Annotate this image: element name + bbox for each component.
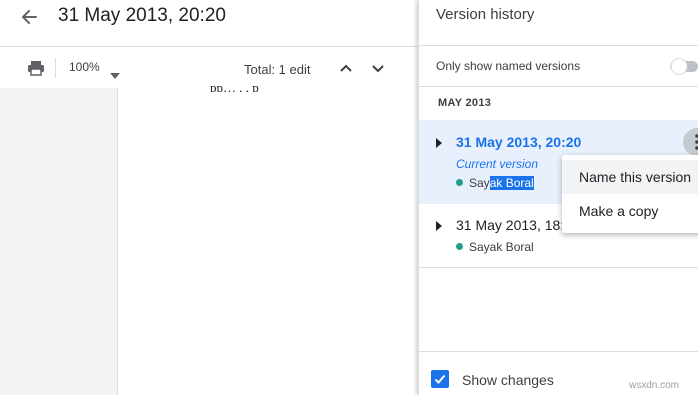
editor-color-dot bbox=[456, 179, 463, 186]
panel-divider bbox=[419, 351, 698, 352]
caret-right-icon[interactable] bbox=[436, 138, 442, 148]
zoom-select[interactable]: 100% bbox=[69, 60, 100, 74]
editor-name-unselected: Say bbox=[469, 176, 490, 190]
month-group-label: MAY 2013 bbox=[438, 97, 492, 109]
total-edits-label: Total: 1 edit bbox=[244, 62, 311, 77]
panel-divider bbox=[419, 86, 698, 87]
toolbar-separator bbox=[55, 58, 56, 78]
show-changes-checkbox[interactable] bbox=[431, 370, 449, 388]
caret-right-icon[interactable] bbox=[436, 221, 442, 231]
page-title: 31 May 2013, 20:20 bbox=[58, 5, 226, 26]
more-vert-icon[interactable] bbox=[683, 128, 698, 156]
panel-divider bbox=[419, 45, 698, 46]
panel-title: Version history bbox=[436, 6, 535, 23]
named-only-toggle[interactable] bbox=[666, 56, 698, 76]
back-arrow-icon[interactable] bbox=[14, 4, 44, 30]
header-divider bbox=[0, 46, 418, 47]
menu-item-make-copy[interactable]: Make a copy bbox=[562, 194, 698, 228]
document-page[interactable] bbox=[117, 88, 419, 395]
document-text: pp… , , p bbox=[210, 80, 259, 92]
version-timestamp: 31 May 2013, 18: bbox=[456, 217, 565, 233]
version-context-menu: Name this version Make a copy bbox=[562, 155, 698, 233]
current-version-badge: Current version bbox=[456, 157, 539, 171]
watermark: wsxdn.com bbox=[629, 380, 680, 391]
editor-color-dot bbox=[456, 243, 463, 250]
editor-name-selected: ak Boral bbox=[489, 176, 534, 190]
version-editor: Sayak Boral bbox=[469, 176, 534, 190]
version-editor: Sayak Boral bbox=[469, 240, 534, 254]
chevron-down-icon[interactable] bbox=[368, 58, 388, 78]
chevron-down-icon[interactable] bbox=[110, 66, 120, 84]
named-only-label: Only show named versions bbox=[436, 59, 581, 73]
show-changes-label: Show changes bbox=[462, 372, 554, 388]
print-icon[interactable] bbox=[26, 58, 46, 78]
chevron-up-icon[interactable] bbox=[336, 58, 356, 78]
menu-item-name-version[interactable]: Name this version bbox=[562, 160, 698, 194]
version-timestamp: 31 May 2013, 20:20 bbox=[456, 134, 582, 150]
